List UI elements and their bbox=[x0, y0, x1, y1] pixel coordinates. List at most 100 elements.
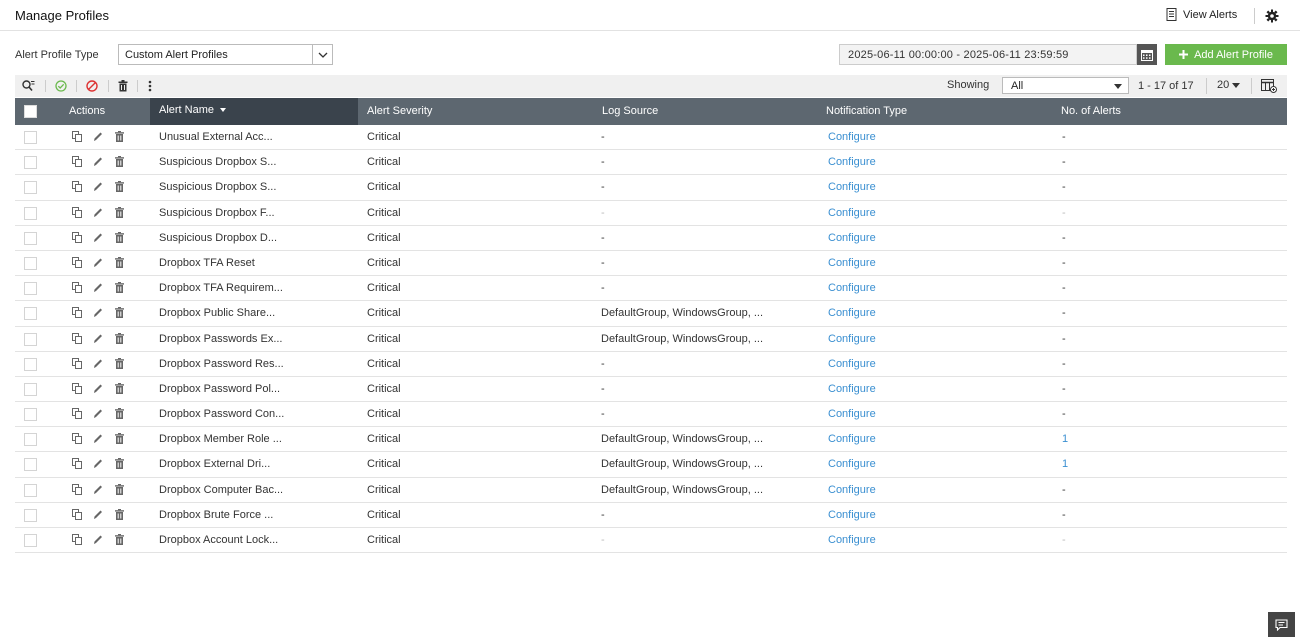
trash-icon[interactable] bbox=[115, 483, 125, 496]
row-checkbox[interactable] bbox=[24, 382, 37, 396]
edit-icon[interactable] bbox=[93, 307, 103, 319]
edit-icon[interactable] bbox=[93, 232, 103, 244]
configure-link[interactable]: Configure bbox=[828, 207, 876, 219]
alert-name-cell[interactable]: Dropbox Passwords Ex... bbox=[159, 333, 283, 345]
alert-name-cell[interactable]: Dropbox Public Share... bbox=[159, 307, 275, 319]
row-checkbox[interactable] bbox=[24, 534, 37, 547]
copy-icon[interactable] bbox=[72, 156, 82, 168]
edit-icon[interactable] bbox=[93, 282, 103, 294]
row-checkbox[interactable] bbox=[24, 483, 37, 497]
configure-link[interactable]: Configure bbox=[828, 333, 876, 345]
trash-icon[interactable] bbox=[115, 282, 125, 294]
configure-link[interactable]: Configure bbox=[828, 181, 876, 193]
alert-name-cell[interactable]: Dropbox TFA Requirem... bbox=[159, 282, 283, 294]
copy-icon[interactable] bbox=[72, 282, 82, 294]
row-checkbox[interactable] bbox=[24, 458, 37, 472]
trash-icon[interactable] bbox=[115, 131, 125, 143]
copy-icon[interactable] bbox=[72, 256, 82, 269]
copy-icon[interactable] bbox=[72, 534, 82, 546]
edit-icon[interactable] bbox=[93, 156, 103, 168]
copy-icon[interactable] bbox=[72, 357, 82, 370]
trash-icon[interactable] bbox=[115, 458, 125, 470]
column-header-no-of-alerts[interactable]: No. of Alerts bbox=[1061, 105, 1121, 117]
edit-icon[interactable] bbox=[93, 433, 103, 445]
copy-icon[interactable] bbox=[72, 332, 82, 345]
trash-icon[interactable] bbox=[116, 79, 130, 93]
alert-name-cell[interactable]: Unusual External Acc... bbox=[159, 131, 273, 143]
edit-icon[interactable] bbox=[93, 181, 103, 193]
enable-icon[interactable] bbox=[54, 79, 68, 93]
copy-icon[interactable] bbox=[72, 231, 82, 244]
row-checkbox[interactable] bbox=[24, 256, 37, 270]
alert-name-cell[interactable]: Dropbox Account Lock... bbox=[159, 534, 278, 546]
trash-icon[interactable] bbox=[115, 433, 125, 445]
alert-name-cell[interactable]: Suspicious Dropbox D... bbox=[159, 232, 277, 244]
column-chooser-icon[interactable] bbox=[1261, 79, 1277, 93]
edit-icon[interactable] bbox=[93, 458, 103, 470]
copy-icon[interactable] bbox=[72, 181, 82, 193]
alert-name-cell[interactable]: Dropbox External Dri... bbox=[159, 458, 270, 470]
chevron-down-icon[interactable] bbox=[312, 45, 332, 64]
select-all-checkbox[interactable] bbox=[24, 105, 37, 118]
row-checkbox[interactable] bbox=[24, 508, 37, 522]
row-checkbox[interactable] bbox=[24, 181, 37, 195]
configure-link[interactable]: Configure bbox=[828, 131, 876, 143]
copy-icon[interactable] bbox=[72, 508, 82, 521]
copy-icon[interactable] bbox=[72, 408, 82, 420]
alert-name-cell[interactable]: Dropbox Computer Bac... bbox=[159, 484, 283, 496]
edit-icon[interactable] bbox=[93, 131, 103, 143]
alert-name-cell[interactable]: Suspicious Dropbox S... bbox=[159, 156, 276, 168]
alert-name-cell[interactable]: Dropbox Password Pol... bbox=[159, 383, 280, 395]
row-checkbox[interactable] bbox=[24, 433, 37, 447]
more-options-icon[interactable] bbox=[143, 79, 157, 93]
alert-name-cell[interactable]: Dropbox Password Con... bbox=[159, 408, 284, 420]
row-checkbox[interactable] bbox=[24, 131, 37, 144]
configure-link[interactable]: Configure bbox=[828, 458, 876, 470]
edit-icon[interactable] bbox=[93, 484, 103, 496]
row-checkbox[interactable] bbox=[24, 206, 37, 220]
configure-link[interactable]: Configure bbox=[828, 307, 876, 319]
configure-link[interactable]: Configure bbox=[828, 408, 876, 420]
configure-link[interactable]: Configure bbox=[828, 358, 876, 370]
add-alert-profile-button[interactable]: Add Alert Profile bbox=[1165, 44, 1287, 65]
configure-link[interactable]: Configure bbox=[828, 484, 876, 496]
copy-icon[interactable] bbox=[72, 483, 82, 496]
configure-link[interactable]: Configure bbox=[828, 383, 876, 395]
showing-filter-select[interactable]: All bbox=[1002, 77, 1129, 94]
alert-count-cell[interactable]: 1 bbox=[1062, 458, 1068, 470]
alert-name-cell[interactable]: Dropbox Brute Force ... bbox=[159, 509, 273, 521]
configure-link[interactable]: Configure bbox=[828, 509, 876, 521]
date-range-input[interactable]: 2025-06-11 00:00:00 - 2025-06-11 23:59:5… bbox=[839, 44, 1137, 65]
trash-icon[interactable] bbox=[115, 408, 125, 420]
configure-link[interactable]: Configure bbox=[828, 156, 876, 168]
configure-link[interactable]: Configure bbox=[828, 232, 876, 244]
row-checkbox[interactable] bbox=[24, 282, 37, 296]
copy-icon[interactable] bbox=[72, 433, 82, 445]
edit-icon[interactable] bbox=[93, 509, 103, 521]
trash-icon[interactable] bbox=[115, 231, 125, 244]
column-header-alert-severity[interactable]: Alert Severity bbox=[367, 105, 432, 117]
trash-icon[interactable] bbox=[115, 357, 125, 370]
copy-icon[interactable] bbox=[72, 307, 82, 319]
alert-name-cell[interactable]: Dropbox Password Res... bbox=[159, 358, 284, 370]
chat-icon[interactable] bbox=[1268, 612, 1295, 637]
trash-icon[interactable] bbox=[115, 332, 125, 345]
row-checkbox[interactable] bbox=[24, 408, 37, 422]
calendar-icon[interactable] bbox=[1137, 44, 1157, 65]
copy-icon[interactable] bbox=[72, 131, 82, 143]
trash-icon[interactable] bbox=[115, 508, 125, 521]
row-checkbox[interactable] bbox=[24, 357, 37, 371]
row-checkbox[interactable] bbox=[24, 156, 37, 170]
edit-icon[interactable] bbox=[93, 257, 103, 269]
trash-icon[interactable] bbox=[115, 181, 125, 193]
copy-icon[interactable] bbox=[72, 382, 82, 395]
column-header-notification-type[interactable]: Notification Type bbox=[826, 105, 907, 117]
disable-icon[interactable] bbox=[85, 79, 99, 93]
page-size-select[interactable]: 20 bbox=[1217, 79, 1241, 91]
copy-icon[interactable] bbox=[72, 458, 82, 470]
alert-name-cell[interactable]: Suspicious Dropbox F... bbox=[159, 207, 275, 219]
gear-icon[interactable] bbox=[1264, 8, 1280, 24]
edit-icon[interactable] bbox=[93, 534, 103, 546]
trash-icon[interactable] bbox=[115, 256, 125, 269]
configure-link[interactable]: Configure bbox=[828, 433, 876, 445]
